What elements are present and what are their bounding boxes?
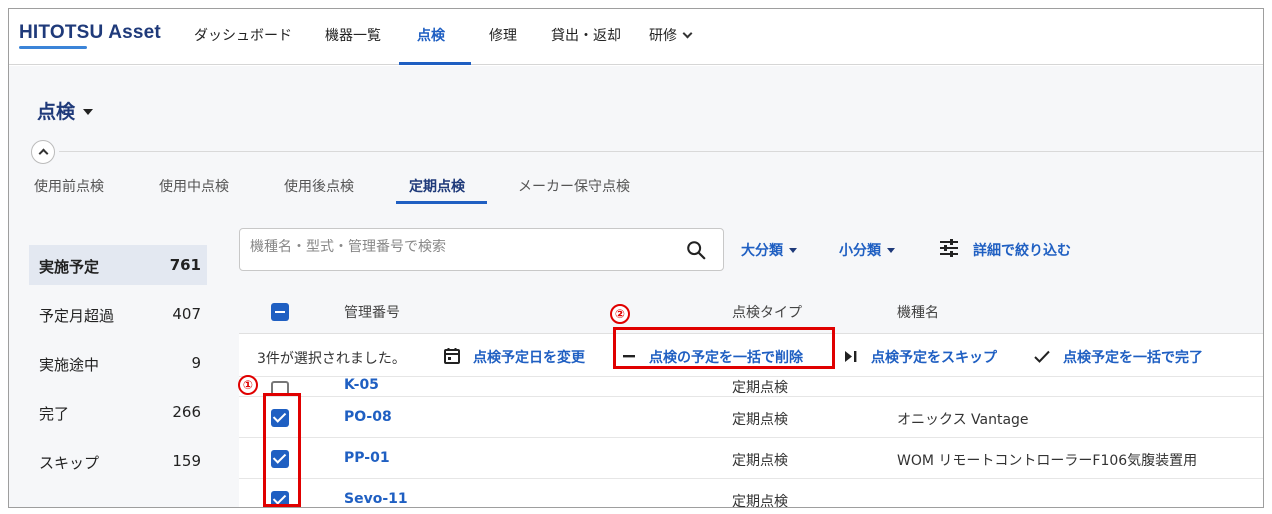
summary-count: 9: [191, 354, 201, 372]
nav-item-inspection[interactable]: 点検: [417, 25, 445, 45]
nav-item-repair[interactable]: 修理: [489, 25, 517, 45]
app-window: HITOTSU Asset ダッシュボード 機器一覧 点検 修理 貸出・返却 研…: [8, 8, 1264, 508]
selection-count-text: 3件が選択されました。: [257, 351, 406, 367]
nav-active-indicator: [399, 62, 471, 65]
major-category-filter[interactable]: 大分類: [741, 240, 797, 260]
summary-label: 実施途中: [39, 356, 100, 374]
tune-icon[interactable]: [939, 238, 959, 258]
summary-count: 407: [172, 305, 201, 323]
nav-item-training-label: 研修: [649, 28, 677, 44]
tab-in-use[interactable]: 使用中点検: [159, 176, 229, 196]
summary-label: スキップ: [39, 454, 100, 472]
row-type: 定期点検: [732, 494, 788, 508]
row-id-link[interactable]: Sevo-11: [344, 491, 408, 507]
row-model: オニックス Vantage: [897, 412, 1029, 428]
tab-post-use[interactable]: 使用後点検: [284, 176, 354, 196]
nav-item-lending[interactable]: 貸出・返却: [551, 25, 621, 45]
app-logo[interactable]: HITOTSU Asset: [19, 22, 161, 44]
summary-label: 実施予定: [39, 258, 100, 276]
annotation-box-bulk-delete: [613, 327, 835, 369]
row-id-link[interactable]: PO-08: [344, 409, 392, 425]
tab-active-indicator: [396, 201, 487, 204]
caret-down-icon: [887, 248, 895, 253]
filter-label: 大分類: [741, 243, 783, 259]
search-icon[interactable]: [685, 239, 707, 261]
skip-next-icon: [845, 351, 857, 362]
inspection-table: 管理番号 点検タイプ 機種名 K-05 定期点検 3件が選択されました。 点検予…: [239, 289, 1263, 508]
summary-count: 266: [172, 403, 201, 421]
minor-category-filter[interactable]: 小分類: [839, 240, 895, 260]
caret-down-icon: [789, 248, 797, 253]
row-type: 定期点検: [732, 412, 788, 428]
skip-button[interactable]: 点検予定をスキップ: [871, 347, 997, 367]
summary-label: 予定月超過: [39, 307, 115, 325]
summary-item-skipped[interactable]: スキップ 159: [29, 441, 207, 481]
column-header-model[interactable]: 機種名: [897, 302, 939, 322]
table-row[interactable]: Sevo-11 定期点検: [239, 479, 1263, 508]
nav-item-training[interactable]: 研修: [649, 25, 693, 45]
summary-item-in-progress[interactable]: 実施途中 9: [29, 343, 207, 383]
chevron-down-icon: [682, 28, 693, 39]
column-header-id[interactable]: 管理番号: [344, 302, 400, 322]
annotation-box-checkboxes: [263, 393, 301, 507]
row-model: WOM リモートコントローラーF106気腹装置用: [897, 453, 1198, 469]
search-box: [239, 228, 724, 271]
caret-down-icon: [83, 109, 94, 115]
annotation-number-two: ②: [610, 304, 630, 324]
nav-item-dashboard[interactable]: ダッシュボード: [194, 25, 292, 45]
header-divider: [59, 151, 1263, 152]
collapse-button[interactable]: [31, 140, 55, 164]
nav-item-equipment[interactable]: 機器一覧: [325, 25, 381, 45]
summary-item-scheduled[interactable]: 実施予定 761: [29, 245, 207, 285]
summary-count: 761: [169, 256, 201, 274]
row-type: 定期点検: [732, 380, 788, 396]
check-icon: [1034, 350, 1050, 363]
change-date-button[interactable]: 点検予定日を変更: [473, 347, 585, 367]
page-title[interactable]: 点検: [37, 97, 94, 124]
table-row[interactable]: PP-01 定期点検 WOM リモートコントローラーF106気腹装置用: [239, 438, 1263, 479]
filter-label: 小分類: [839, 243, 881, 259]
row-type: 定期点検: [732, 453, 788, 469]
table-row[interactable]: K-05 定期点検: [239, 375, 1263, 397]
tab-pre-use[interactable]: 使用前点検: [34, 176, 104, 196]
tab-periodic[interactable]: 定期点検: [409, 176, 465, 196]
search-input[interactable]: [250, 239, 670, 255]
row-id-link[interactable]: K-05: [344, 377, 379, 393]
summary-item-overdue[interactable]: 予定月超過 407: [29, 294, 207, 334]
annotation-number-one: ①: [238, 375, 258, 395]
bulk-complete-button[interactable]: 点検予定を一括で完了: [1063, 347, 1203, 367]
summary-item-completed[interactable]: 完了 266: [29, 392, 207, 432]
select-all-checkbox[interactable]: [271, 303, 289, 321]
tab-maker-maintenance[interactable]: メーカー保守点検: [518, 176, 630, 196]
top-nav: HITOTSU Asset ダッシュボード 機器一覧 点検 修理 貸出・返却 研…: [9, 9, 1263, 65]
column-header-type[interactable]: 点検タイプ: [732, 302, 802, 322]
logo-accent: [19, 46, 87, 49]
calendar-icon: [444, 348, 460, 364]
summary-label: 完了: [39, 405, 70, 423]
row-id-link[interactable]: PP-01: [344, 450, 390, 466]
advanced-filter-button[interactable]: 詳細で絞り込む: [973, 240, 1071, 260]
summary-count: 159: [172, 452, 201, 470]
page-title-text: 点検: [37, 101, 76, 123]
table-row[interactable]: PO-08 定期点検 オニックス Vantage: [239, 397, 1263, 438]
